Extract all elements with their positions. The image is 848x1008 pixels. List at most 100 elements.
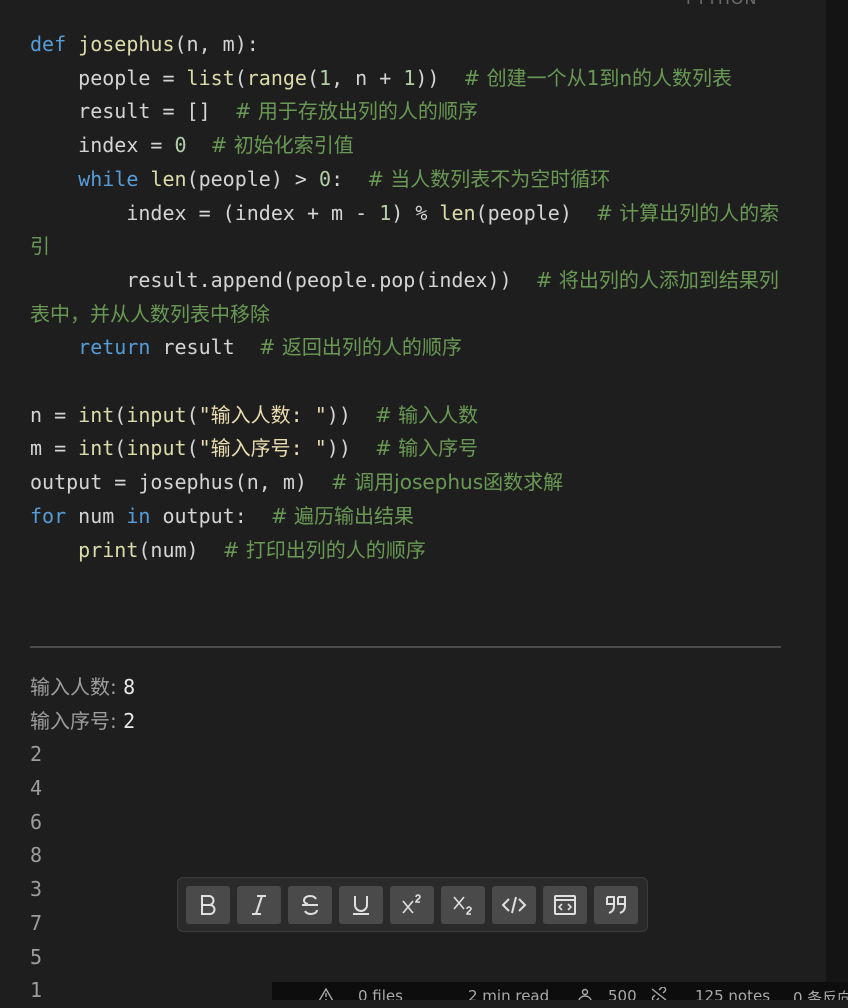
status-words: 500 (608, 987, 637, 1000)
comment-token: # 创建一个从1到n的人数列表 (463, 65, 733, 90)
underline-icon (353, 896, 369, 915)
number-token: 0 (174, 133, 187, 158)
input-value: 8 (123, 675, 136, 699)
code-token: result = [] (30, 99, 235, 124)
window-right-edge (826, 0, 848, 1000)
code-line: people = list(range(1, n + 1)) # 创建一个从1到… (30, 62, 790, 96)
function-token: print (78, 537, 139, 562)
code-token: result (150, 335, 259, 360)
comment-token: # 当人数列表不为空时循环 (367, 166, 611, 191)
code-token: result.append(people.pop(index)) (30, 267, 536, 292)
code-token: , n + (331, 65, 404, 90)
code-token: )) (415, 65, 464, 90)
function-token: list (186, 65, 235, 90)
code-block-icon (554, 895, 576, 915)
code-token: )) (326, 436, 375, 461)
number-token: 1 (403, 65, 416, 90)
horizontal-rule (30, 646, 781, 648)
output-result: 7 (30, 910, 43, 935)
comment-token: # 调用josephus函数求解 (331, 470, 564, 495)
function-token: input (126, 436, 187, 461)
program-output: 输入人数: 8 输入序号: 2 2 4 6 8 3 7 5 1 (30, 671, 135, 1008)
person-icon (578, 988, 592, 1000)
code-token: ( (186, 402, 199, 427)
comment-token: # 遍历输出结果 (270, 503, 414, 528)
output-result: 4 (30, 776, 43, 801)
inline-code-button[interactable] (492, 886, 536, 924)
code-line: def josephus(n, m): (30, 28, 790, 62)
status-files[interactable]: 0 files (358, 987, 403, 1000)
status-notes[interactable]: 125 notes (695, 987, 770, 1000)
code-line: result.append(people.pop(index)) # 将出列的人… (30, 264, 790, 331)
output-result: 8 (30, 843, 43, 868)
function-token: len (150, 166, 187, 191)
output-result: 6 (30, 809, 43, 834)
output-result: 5 (30, 944, 43, 969)
code-line: while len(people) > 0: # 当人数列表不为空时循环 (30, 163, 790, 197)
bold-button[interactable] (186, 886, 230, 924)
superscript-button[interactable] (390, 886, 434, 924)
quote-icon (606, 896, 626, 914)
code-block[interactable]: def josephus(n, m): people = list(range(… (30, 28, 790, 567)
keyword-token: def (30, 32, 67, 56)
code-token: m = (30, 436, 79, 461)
code-line: n = int(input("输入人数: ")) # 输入人数 (30, 399, 790, 433)
keyword-token: in (126, 503, 151, 528)
quote-button[interactable] (594, 886, 638, 924)
prompt-text: 输入序号: (30, 708, 124, 733)
code-line: index = (index + m - 1) % len(people) # … (30, 197, 790, 264)
code-line: index = 0 # 初始化索引值 (30, 129, 790, 163)
code-token: people = (30, 65, 187, 90)
prompt-text: 输入人数: (30, 675, 124, 699)
keyword-token: while (78, 166, 139, 191)
code-line: for num in output: # 遍历输出结果 (30, 500, 790, 534)
code-token: (people) (475, 200, 596, 225)
code-token: (people) > (186, 166, 320, 191)
function-token: int (78, 402, 115, 427)
code-token: (n, m): (174, 32, 259, 56)
number-token: 0 (319, 166, 332, 191)
output-line-input-n: 输入人数: 8 (30, 671, 135, 705)
output-line-input-m: 输入序号: 2 (30, 705, 135, 739)
string-token: "输入序号: " (198, 436, 327, 461)
output-result: 1 (30, 978, 43, 1003)
link-off-icon (651, 987, 667, 1000)
output-result: 3 (30, 877, 43, 902)
format-toolbar (177, 877, 648, 932)
comment-token: # 输入序号 (374, 436, 479, 461)
comment-token: # 初始化索引值 (210, 133, 354, 158)
code-token: ( (234, 65, 247, 90)
code-token: ( (186, 436, 199, 461)
code-token: : (331, 166, 368, 191)
strikethrough-icon (302, 894, 318, 916)
italic-button[interactable] (237, 886, 281, 924)
function-token: len (439, 200, 476, 225)
comment-token: # 用于存放出列的人的顺序 (234, 99, 478, 124)
subscript-button[interactable] (441, 886, 485, 924)
string-token: "输入人数: " (198, 402, 327, 427)
comment-token: # 输入人数 (374, 402, 479, 427)
code-token: ( (114, 436, 127, 461)
code-token: n = (30, 402, 79, 427)
function-token: input (126, 402, 187, 427)
status-read-time: 2 min read (468, 987, 550, 1000)
bold-icon (201, 895, 216, 915)
code-token: ) % (391, 200, 440, 225)
code-icon (501, 896, 527, 914)
code-token: ( (114, 402, 127, 427)
code-token: (num) (138, 537, 223, 562)
code-block-button[interactable] (543, 886, 587, 924)
underline-button[interactable] (339, 886, 383, 924)
code-line: print(num) # 打印出列的人的顺序 (30, 534, 790, 568)
strikethrough-button[interactable] (288, 886, 332, 924)
keyword-token: for (30, 503, 67, 528)
code-token: output = josephus(n, m) (30, 470, 332, 495)
status-backlinks[interactable]: 0 条反向 (793, 987, 848, 1000)
number-token: 1 (379, 200, 392, 225)
